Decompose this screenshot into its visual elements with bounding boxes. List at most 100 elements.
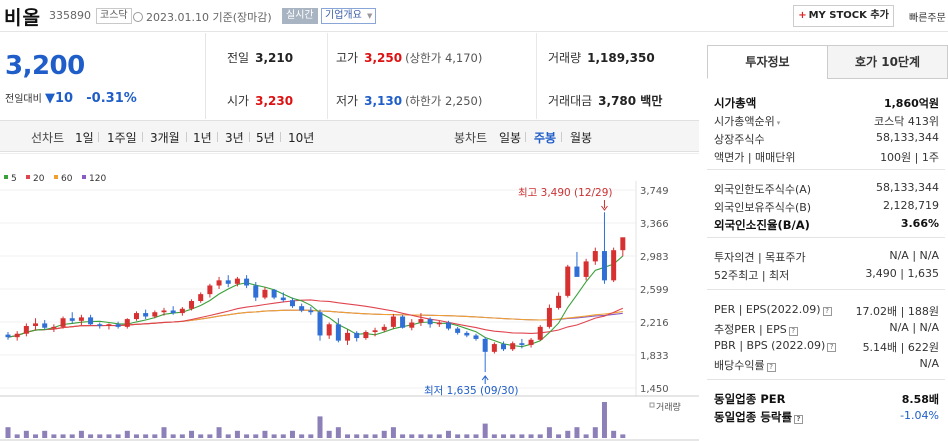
period-5y[interactable]: 5년 (256, 129, 275, 146)
candle-body (611, 250, 617, 281)
low-annotation: 최저 1,635 (09/30) (424, 385, 519, 397)
volume-bar (601, 402, 607, 438)
candle-body (528, 339, 534, 345)
volume-bar (143, 434, 149, 438)
invest-row-label: 상장주식수 (714, 133, 765, 146)
candle-body (427, 319, 433, 325)
candle-body (51, 326, 57, 329)
ma20-line (7, 299, 624, 338)
help-icon[interactable]: ? (788, 327, 798, 336)
volume-bar (106, 434, 112, 438)
invest-row: PBR | BPS (2022.09)? 5.14배 | 622원 (707, 337, 945, 355)
invest-row-label: PBR | BPS (2022.09)? (714, 339, 837, 352)
invest-row: 동일업종 PER 8.58배 (707, 389, 945, 407)
volume-bar (528, 434, 534, 438)
candle-body (601, 251, 607, 281)
line-chart-label: 선차트 (31, 131, 65, 145)
help-icon[interactable]: ? (794, 415, 804, 424)
candle-body (519, 343, 525, 345)
volume-bar (436, 434, 442, 438)
volume-bar (207, 434, 213, 438)
candle-body (133, 313, 139, 320)
y-tick-label: 1,833 (640, 351, 669, 362)
volume-bar (133, 434, 139, 438)
candle-body (69, 318, 75, 321)
candle-body (198, 294, 204, 302)
candle-daily[interactable]: 일봉 (499, 129, 521, 146)
candle-weekly[interactable]: 주봉 (534, 129, 556, 146)
my-stock-add-button[interactable]: + MY STOCK 추가 (793, 5, 894, 27)
candle-body (225, 280, 231, 284)
invest-row-label: 동일업종 등락률? (714, 409, 804, 425)
volume-bar (33, 434, 39, 438)
period-10y[interactable]: 10년 (288, 129, 314, 146)
invest-row-value: 3.66% (900, 217, 939, 230)
volume-bar (418, 434, 424, 438)
stat-amount: 거래대금 3,780 백만 (548, 94, 663, 108)
period-1d[interactable]: 1일 (75, 129, 94, 146)
candle-body (170, 310, 176, 314)
period-3m[interactable]: 3개월 (150, 129, 180, 146)
help-icon[interactable]: ? (827, 343, 837, 352)
realtime-button[interactable]: 실시간 (282, 8, 318, 24)
invest-row: PER | EPS(2022.09)? 17.02배 | 188원 (707, 301, 945, 319)
date-label: 2023.01.10 기준(장마감) (133, 9, 272, 25)
current-price-panel: 3,200 전일대비 ▼10 -0.31% (0, 33, 206, 119)
volume-bar (473, 434, 479, 438)
volume-label: 거래량 (656, 401, 681, 413)
volume-bar (161, 427, 167, 438)
invest-row-label: 외국인소진율(B/A) (714, 218, 810, 232)
invest-row: 외국인소진율(B/A) 3.66% (707, 215, 945, 233)
quick-order-link[interactable]: 빠른주문 (909, 9, 946, 24)
chevron-down-icon[interactable]: ▾ (777, 119, 781, 127)
stock-code: 335890 (49, 9, 91, 22)
volume-bar (69, 434, 75, 438)
help-icon[interactable]: ? (822, 307, 832, 316)
candle-monthly[interactable]: 월봉 (570, 129, 592, 146)
volume-bar (455, 434, 461, 438)
invest-row-value: 3,490 | 1,635 (865, 267, 939, 280)
y-tick-label: 3,366 (640, 219, 669, 230)
period-1w[interactable]: 1주일 (107, 129, 137, 146)
invest-row-label: 외국인한도주식수(A) (714, 183, 812, 196)
invest-row-value: 2,128,719 (883, 199, 939, 212)
candle-body (5, 334, 11, 338)
tab-order-book[interactable]: 호가 10단계 (827, 45, 948, 79)
invest-row-value: N/A | N/A (889, 249, 939, 262)
invest-row-value: 100원 | 1주 (880, 151, 939, 164)
company-info-dropdown[interactable]: 기업개요 ▼ (321, 8, 377, 24)
period-1y[interactable]: 1년 (193, 129, 212, 146)
tab-investment-info[interactable]: 투자정보 (707, 45, 828, 79)
volume-bar (556, 434, 562, 438)
invest-row-value: 5.14배 | 622원 (862, 341, 939, 354)
volume-bar (170, 434, 176, 438)
invest-row-label: 시가총액순위 ▾ (714, 115, 781, 128)
volume-bar (189, 430, 195, 438)
candle-body (436, 322, 442, 325)
candle-body (97, 324, 103, 326)
volume-bar (335, 427, 341, 438)
candle-body (445, 322, 451, 329)
y-tick-label: 2,599 (640, 285, 669, 296)
period-3y[interactable]: 3년 (225, 129, 244, 146)
candle-body (501, 344, 507, 350)
invest-row: 액면가 | 매매단위 100원 | 1주 (707, 147, 945, 165)
legend-label: 60 (61, 174, 73, 184)
invest-row-value: 8.58배 (901, 393, 939, 406)
volume-bar (445, 430, 451, 438)
volume-bar (216, 427, 222, 438)
volume-bar (427, 434, 433, 438)
volume-bar (372, 434, 378, 438)
price-stats: 전일 3,210 시가 3,230 고가 3,250 (상한가 4,170) 저가 3,1… (207, 33, 699, 119)
volume-bar (115, 434, 121, 438)
weekly-candle-chart[interactable]: 3,749 3,366 2,983 2,599 2,216 1,833 1,450 5 20 60… (0, 152, 699, 441)
candle-body (620, 237, 626, 251)
volume-bar (574, 427, 580, 438)
legend-swatch (4, 175, 8, 179)
candle-body (280, 297, 286, 301)
invest-row-value: N/A (919, 357, 939, 370)
stat-open: 시가 3,230 (227, 94, 294, 108)
candle-body (464, 332, 470, 336)
help-icon[interactable]: ? (766, 363, 776, 372)
y-tick-label: 2,983 (640, 252, 669, 263)
